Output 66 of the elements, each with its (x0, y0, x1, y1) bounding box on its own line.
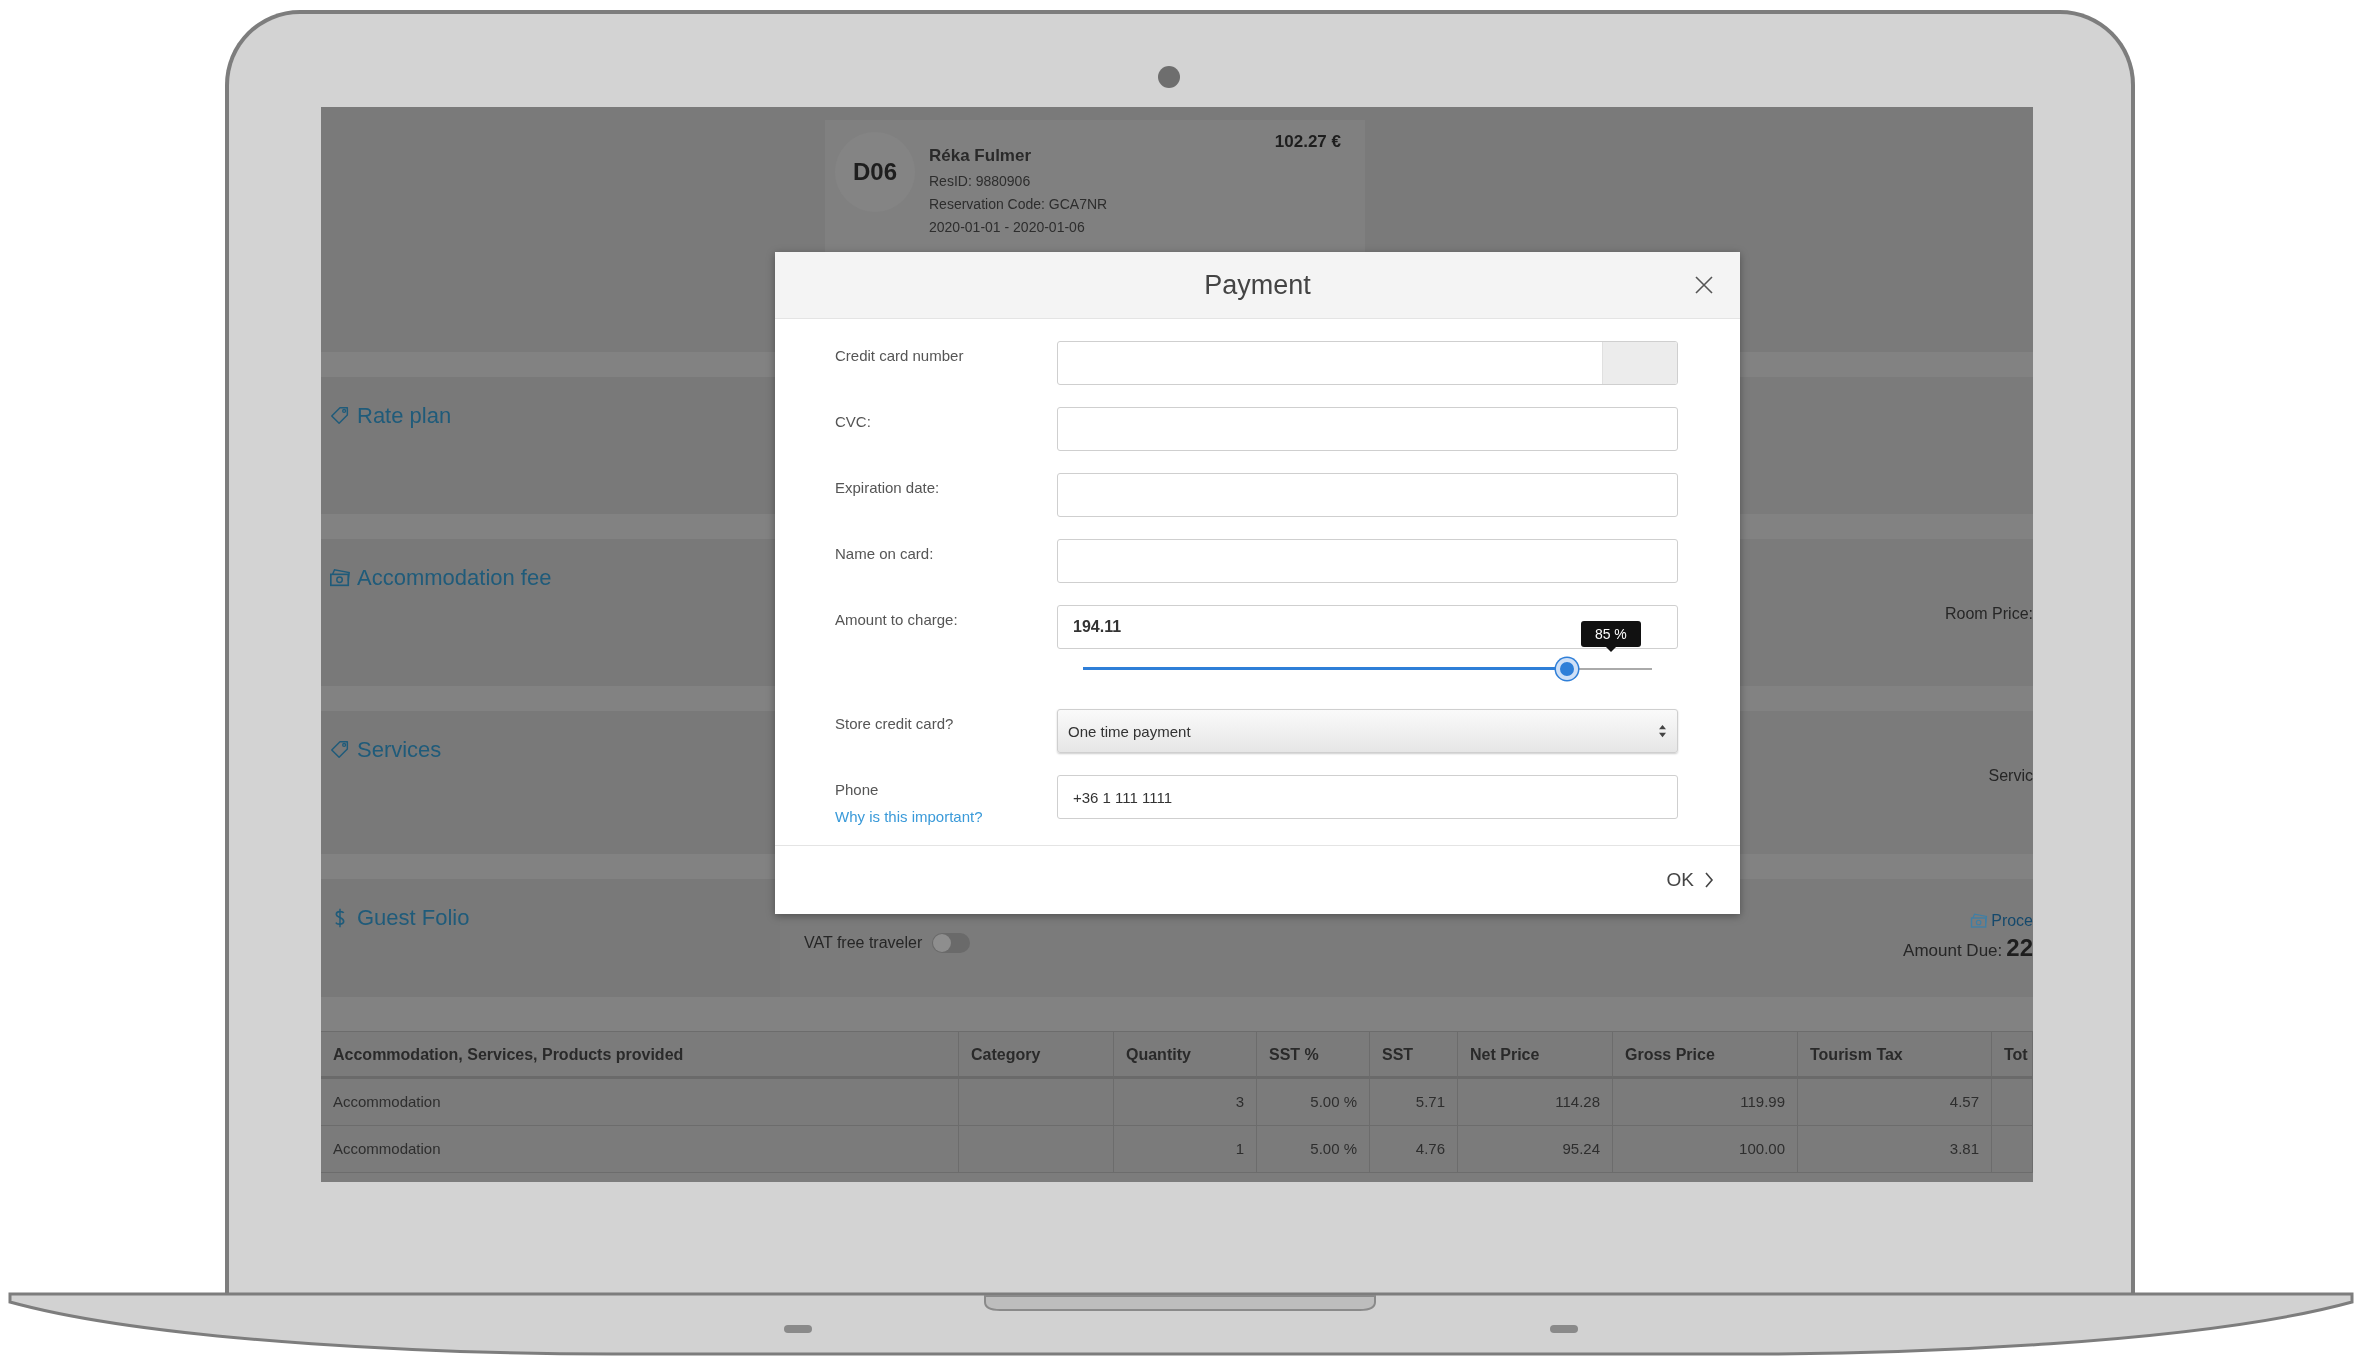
vat-label: VAT free traveler (804, 934, 923, 952)
summary-label: Room Price: (1944, 605, 2033, 624)
table-cell: Accommodation (321, 1126, 959, 1173)
reservation-dates: 2020-01-01 - 2020-01-06 (929, 219, 1086, 235)
table-cell: Accommodation (321, 1079, 959, 1126)
column-header: Category (959, 1031, 1114, 1079)
field-label: Name on card: (835, 545, 935, 562)
table-cell: 3.81 (1798, 1126, 1992, 1173)
payment-select[interactable]: One time payment (1057, 709, 1678, 753)
vat-toggle[interactable] (932, 933, 971, 953)
column-header: Net Price (1458, 1031, 1613, 1079)
card-number-field[interactable] (1057, 341, 1678, 385)
table-cell: 4.76 (1370, 1126, 1458, 1173)
section-title: Accommodation fee (357, 565, 552, 591)
section-title: Services (357, 737, 442, 763)
field-label: Phone (835, 781, 880, 798)
room-badge: D06 (835, 132, 915, 212)
reservation-price: 102.27 € (1274, 132, 1341, 152)
table-cell: 95.24 (1458, 1126, 1613, 1173)
table-cell (1992, 1079, 2033, 1126)
table-cell: 114.28 (1458, 1079, 1613, 1126)
guest-name: Réka Fulmer (929, 146, 1033, 166)
field-label: Amount to charge: (835, 611, 959, 628)
table-cell (1992, 1126, 2033, 1173)
column-header: Gross Price (1613, 1031, 1798, 1079)
section-title: Rate plan (357, 403, 452, 429)
section-title: Guest Folio (357, 905, 470, 931)
column-header: Quantity (1114, 1031, 1257, 1079)
summary-label: Servic (1988, 767, 2033, 786)
table-cell: 100.00 (1613, 1126, 1798, 1173)
input-field[interactable] (1057, 539, 1678, 583)
slider-tooltip: 85 % (1580, 621, 1641, 652)
table-cell: 119.99 (1613, 1079, 1798, 1126)
input-field[interactable] (1057, 407, 1678, 451)
table-cell: 1 (1114, 1126, 1257, 1173)
field-label: CVC: (835, 413, 872, 430)
tag-icon (329, 739, 351, 761)
table-cell: 4.57 (1798, 1079, 1992, 1126)
table-cell: 5.00 % (1257, 1079, 1370, 1126)
field-label: Store credit card? (835, 715, 955, 732)
column-header: Accommodation, Services, Products provided (321, 1031, 959, 1079)
input-field[interactable] (1057, 473, 1678, 517)
table-cell: 5.00 % (1257, 1126, 1370, 1173)
dialog-title: Payment (1204, 269, 1311, 301)
banknotes-icon (1970, 912, 1989, 930)
camera-icon (1158, 66, 1180, 88)
slider-thumb[interactable] (1555, 658, 1578, 680)
tag-icon (329, 405, 351, 427)
table-cell: 3 (1114, 1079, 1257, 1126)
column-header: Tourism Tax (1798, 1031, 1992, 1079)
banknotes-icon (329, 567, 351, 589)
dropdown-arrows-icon (1658, 724, 1667, 738)
chevron-right-icon (1704, 871, 1714, 889)
column-header: SST % (1257, 1031, 1370, 1079)
amount-due-label: Amount Due: (1903, 941, 2003, 961)
reservation-code: Reservation Code: GCA7NR (929, 196, 1108, 212)
table-cell: 5.71 (1370, 1079, 1458, 1126)
slider-track[interactable] (1083, 657, 1652, 681)
reservation-id: ResID: 9880906 (929, 173, 1032, 189)
ok-button[interactable]: OK (1662, 865, 1718, 895)
field-label: Expiration date: (835, 479, 941, 496)
field-label: Credit card number (835, 347, 965, 364)
column-header: SST (1370, 1031, 1458, 1079)
amount-due-value: 22 (2006, 934, 2033, 962)
phone-field[interactable]: +36 1 111 1111 (1057, 775, 1678, 819)
column-header: Tot (1992, 1031, 2033, 1079)
